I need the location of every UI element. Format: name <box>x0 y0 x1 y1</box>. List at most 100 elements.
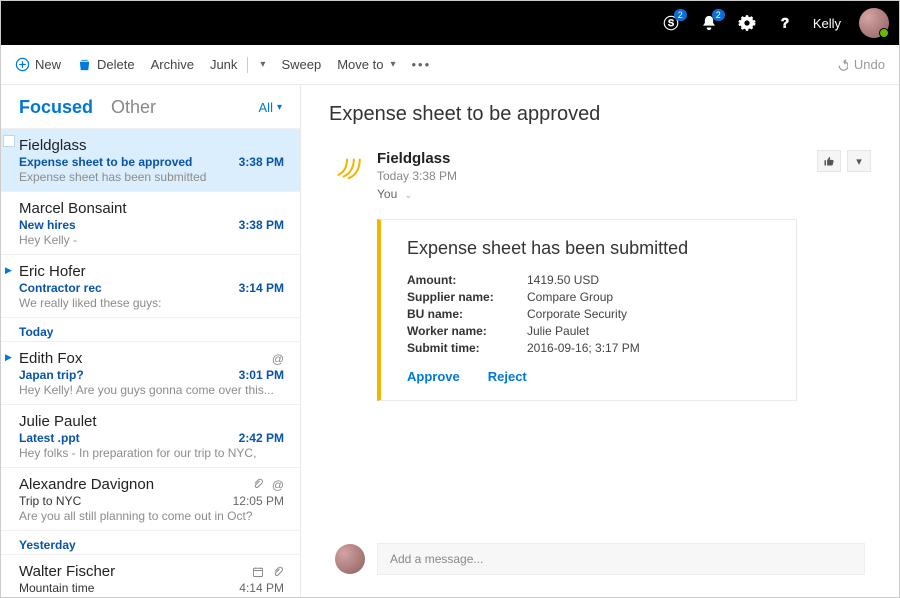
expand-button[interactable]: ▾ <box>847 150 871 172</box>
reply-input[interactable]: Add a message... <box>377 543 865 575</box>
mail-subject: Contractor rec <box>19 281 102 295</box>
section-today: Today <box>1 317 300 341</box>
sweep-button[interactable]: Sweep <box>281 57 321 72</box>
mail-time: 4:14 PM <box>239 581 284 595</box>
app-header: S 2 2 ? Kelly <box>1 1 899 45</box>
notifications-icon[interactable]: 2 <box>699 13 719 33</box>
recipients[interactable]: You ⌄ <box>377 187 871 201</box>
mail-sender: Julie Paulet <box>19 413 97 430</box>
mail-subject: Mountain time <box>19 581 94 595</box>
mail-item[interactable]: Marcel Bonsaint New hires 3:38 PM Hey Kel… <box>1 191 300 254</box>
junk-button[interactable]: Junk <box>210 57 237 72</box>
mail-preview: When you're in SV, you should meet up wi… <box>19 596 284 597</box>
mail-time: 3:01 PM <box>239 368 284 382</box>
mail-sender: Walter Fischer <box>19 563 115 580</box>
card-row: Submit time:2016-09-16; 3:17 PM <box>407 341 770 355</box>
mail-checkbox[interactable] <box>3 135 15 147</box>
actionable-card: Expense sheet has been submitted Amount:… <box>377 219 797 401</box>
skype-badge: 2 <box>674 9 687 21</box>
divider <box>247 57 248 73</box>
quick-reply: Add a message... <box>329 533 871 587</box>
mail-item[interactable]: Walter Fischer Mountain time 4:14 PM When… <box>1 554 300 597</box>
message-subject: Expense sheet to be approved <box>329 103 871 126</box>
mail-sender: Marcel Bonsaint <box>19 200 127 217</box>
sender-logo <box>329 150 365 186</box>
mail-time: 12:05 PM <box>233 494 284 508</box>
skype-icon[interactable]: S 2 <box>661 13 681 33</box>
mention-icon: @ <box>272 478 284 492</box>
undo-button[interactable]: Undo <box>834 57 885 72</box>
moveto-button[interactable]: Move to▾ <box>337 57 395 72</box>
mail-subject: Expense sheet to be approved <box>19 155 192 169</box>
delete-label: Delete <box>97 57 135 72</box>
user-avatar[interactable] <box>859 8 889 38</box>
user-name[interactable]: Kelly <box>813 16 841 31</box>
command-bar: New Delete Archive Junk ▾ Sweep Move to▾… <box>1 45 899 85</box>
folder-tabs: Focused Other All▾ <box>1 85 300 128</box>
mail-time: 3:38 PM <box>239 218 284 232</box>
reply-indicator-icon: ▶ <box>5 352 12 363</box>
message-header: Fieldglass Today 3:38 PM ▾ You ⌄ <box>329 150 871 401</box>
new-button[interactable]: New <box>15 57 61 72</box>
settings-icon[interactable] <box>737 13 757 33</box>
mail-list[interactable]: Fieldglass Expense sheet to be approved 3… <box>1 128 300 597</box>
message-from: Fieldglass <box>377 150 457 167</box>
section-yesterday: Yesterday <box>1 530 300 554</box>
mail-preview: Hey Kelly - <box>19 233 284 247</box>
notifications-badge: 2 <box>712 9 725 21</box>
like-button[interactable] <box>817 150 841 172</box>
mail-sender: Edith Fox <box>19 350 82 367</box>
mail-sender: Alexandre Davignon <box>19 476 154 493</box>
mail-time: 2:42 PM <box>239 431 284 445</box>
mail-subject: Trip to NYC <box>19 494 81 508</box>
delete-button[interactable]: Delete <box>77 57 135 72</box>
mail-time: 3:38 PM <box>239 155 284 169</box>
attachment-icon <box>272 566 284 578</box>
mail-sender: Fieldglass <box>19 137 87 154</box>
new-label: New <box>35 57 61 72</box>
more-button[interactable]: ••• <box>411 57 431 72</box>
help-icon[interactable]: ? <box>775 13 795 33</box>
approve-button[interactable]: Approve <box>407 369 460 384</box>
mail-preview: We really liked these guys: <box>19 296 284 310</box>
moveto-chevron-icon: ▾ <box>388 59 395 70</box>
mail-preview: Expense sheet has been submitted <box>19 170 284 184</box>
card-title: Expense sheet has been submitted <box>407 238 770 259</box>
mail-time: 3:14 PM <box>239 281 284 295</box>
mail-item[interactable]: ▶ Edith Fox @ Japan trip? 3:01 PM Hey Kel… <box>1 341 300 404</box>
card-row: Amount:1419.50 USD <box>407 273 770 287</box>
presence-dot <box>879 28 889 38</box>
message-list-pane: Focused Other All▾ Fieldglass Expense sh… <box>1 85 301 597</box>
svg-text:S: S <box>668 18 674 28</box>
mail-item[interactable]: Julie Paulet Latest .ppt 2:42 PM Hey folk… <box>1 404 300 467</box>
attachment-icon <box>252 478 264 490</box>
tab-other[interactable]: Other <box>111 97 156 118</box>
svg-text:?: ? <box>781 16 789 31</box>
recipients-chevron-icon: ⌄ <box>405 190 413 200</box>
message-date: Today 3:38 PM <box>377 169 457 183</box>
mail-sender: Eric Hofer <box>19 263 86 280</box>
mail-preview: Hey folks - In preparation for our trip … <box>19 446 284 460</box>
mail-item[interactable]: Fieldglass Expense sheet to be approved 3… <box>1 128 300 191</box>
mail-subject: Japan trip? <box>19 368 84 382</box>
junk-chevron-icon[interactable]: ▾ <box>258 59 265 70</box>
card-row: Supplier name:Compare Group <box>407 290 770 304</box>
mention-icon: @ <box>272 352 284 366</box>
mail-item[interactable]: Alexandre Davignon @ Trip to NYC 12:05 PM… <box>1 467 300 530</box>
mail-preview: Are you all still planning to come out i… <box>19 509 284 523</box>
filter-dropdown[interactable]: All▾ <box>259 100 282 115</box>
mail-preview: Hey Kelly! Are you guys gonna come over … <box>19 383 284 397</box>
card-row: BU name:Corporate Security <box>407 307 770 321</box>
calendar-icon <box>252 566 264 578</box>
my-avatar <box>335 544 365 574</box>
card-row: Worker name:Julie Paulet <box>407 324 770 338</box>
mail-item[interactable]: ▶ Eric Hofer Contractor rec 3:14 PM We re… <box>1 254 300 317</box>
reading-pane: Expense sheet to be approved Fieldglass … <box>301 85 899 597</box>
archive-button[interactable]: Archive <box>151 57 194 72</box>
chevron-down-icon: ▾ <box>856 155 862 168</box>
reply-indicator-icon: ▶ <box>5 265 12 276</box>
reject-button[interactable]: Reject <box>488 369 527 384</box>
mail-subject: New hires <box>19 218 76 232</box>
mail-subject: Latest .ppt <box>19 431 80 445</box>
tab-focused[interactable]: Focused <box>19 97 93 118</box>
